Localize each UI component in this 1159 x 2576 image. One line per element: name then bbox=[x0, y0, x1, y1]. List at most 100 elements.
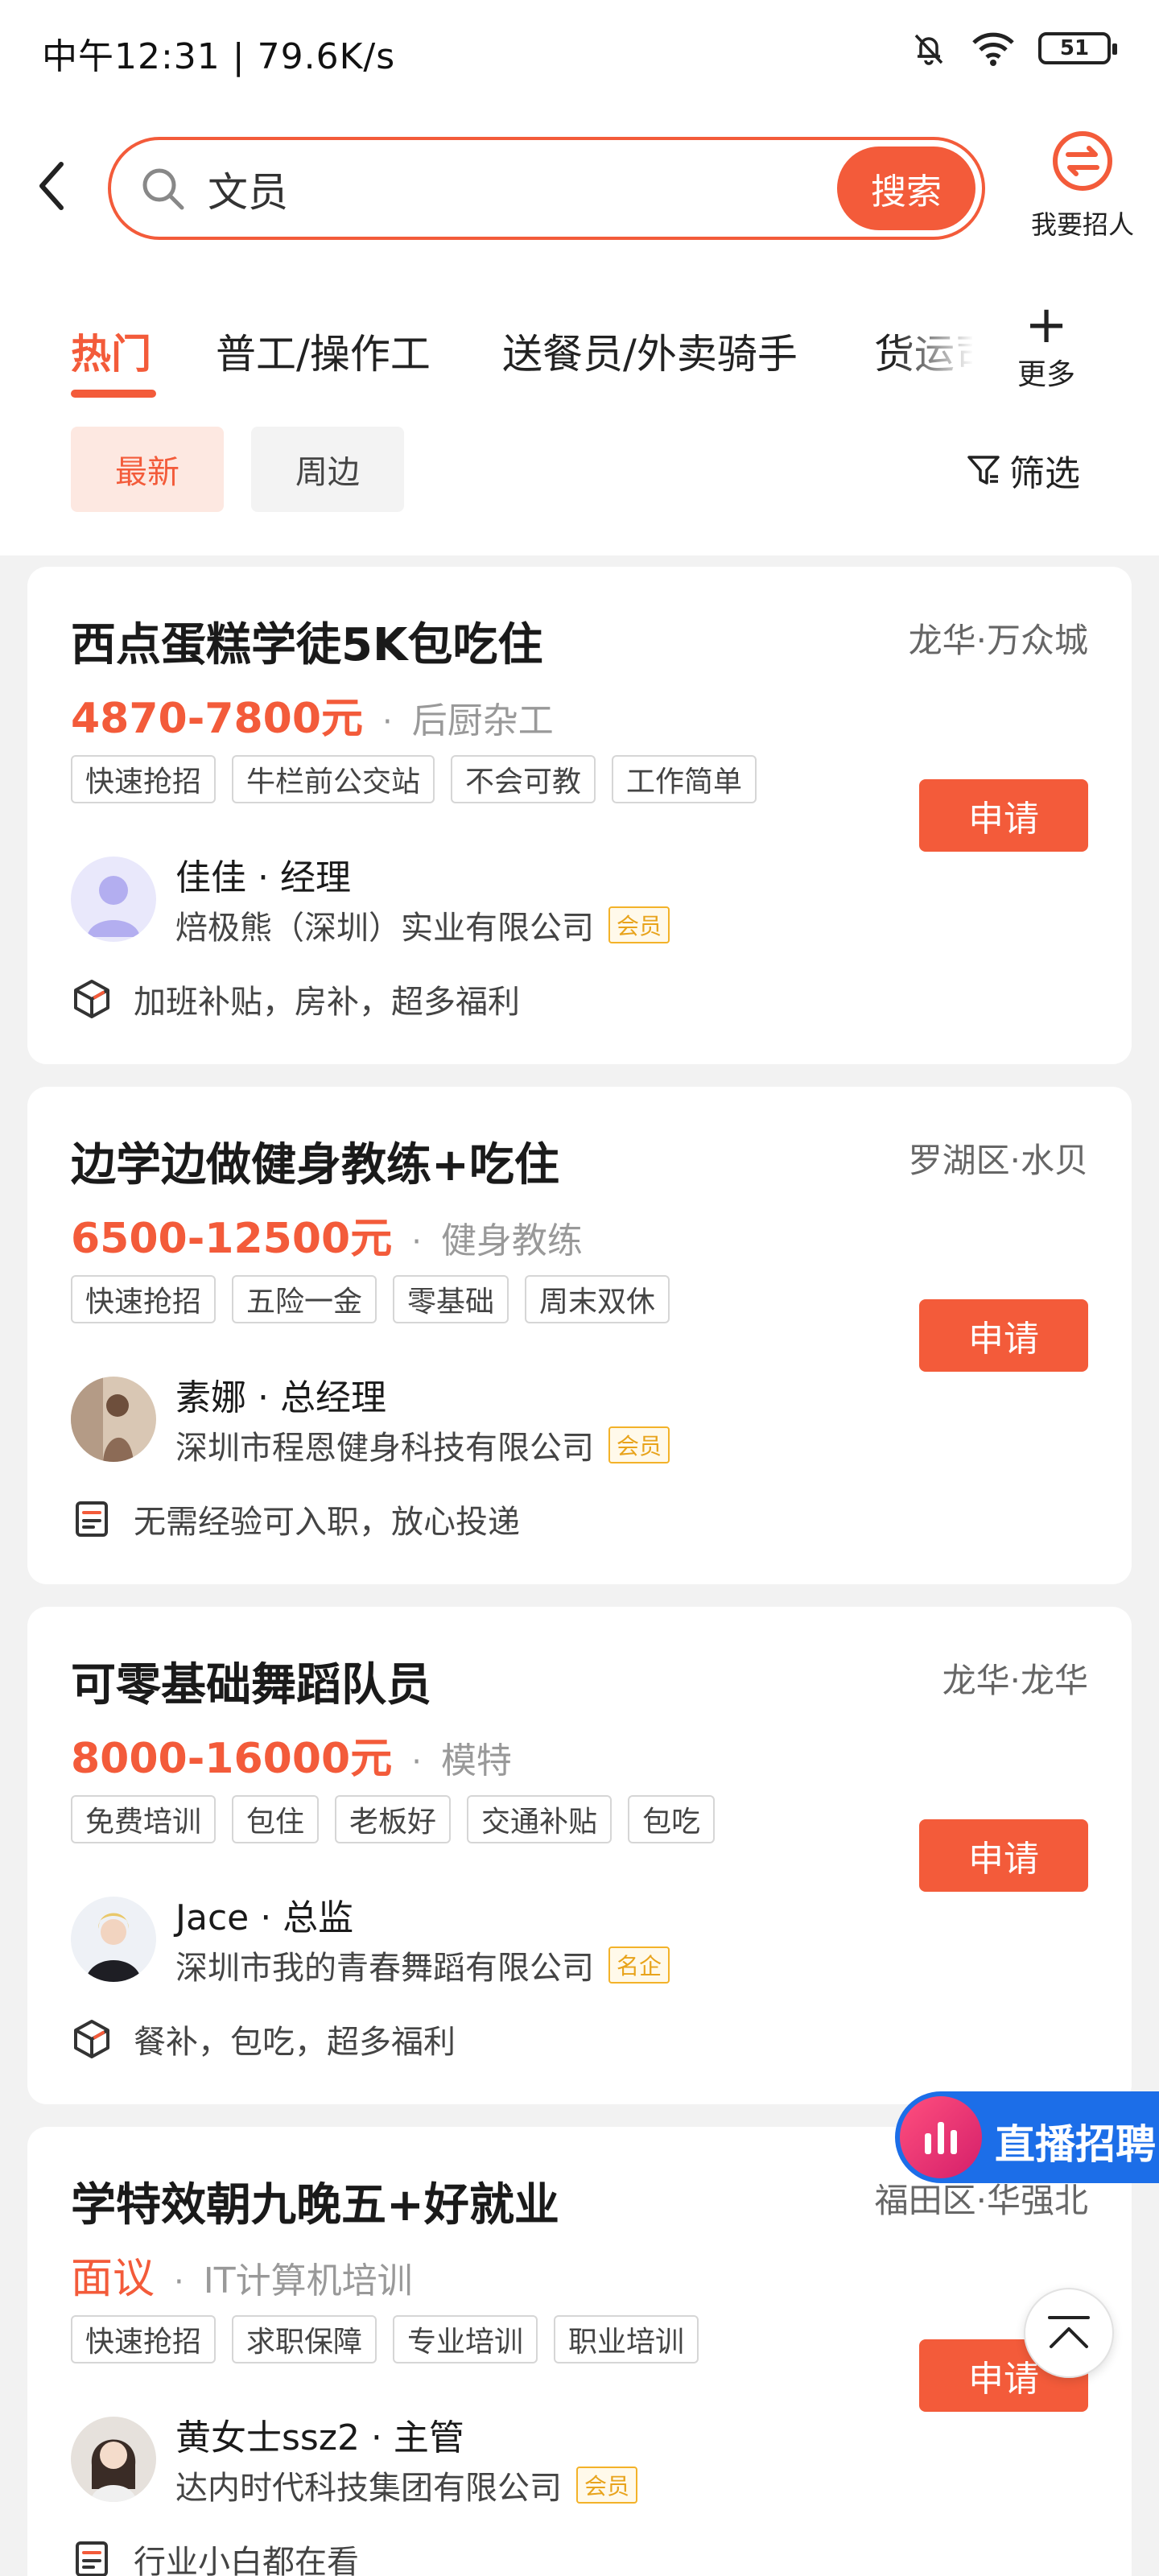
active-tab-indicator bbox=[71, 390, 156, 398]
job-benefit: 餐补，包吃，超多福利 bbox=[134, 2024, 456, 2061]
job-category: IT计算机培训 bbox=[203, 2260, 413, 2301]
job-salary: 4870-7800元 bbox=[71, 695, 364, 743]
benefit-row: 行业小白都在看 bbox=[71, 2536, 359, 2576]
famous-company-badge: 名企 bbox=[608, 1946, 670, 1984]
job-salary: 6500-12500元 bbox=[71, 1215, 393, 1263]
job-category: 模特 bbox=[440, 1740, 512, 1781]
filter-label: 筛选 bbox=[1009, 453, 1080, 494]
apply-button[interactable]: 申请 bbox=[919, 779, 1088, 852]
job-tag: 工作简单 bbox=[612, 755, 757, 803]
filter-nearby[interactable]: 周边 bbox=[251, 427, 404, 512]
tab-delivery[interactable]: 送餐员/外卖骑手 bbox=[502, 322, 798, 380]
filter-button[interactable]: 筛选 bbox=[966, 444, 1080, 496]
tab-hot[interactable]: 热门 bbox=[71, 322, 151, 380]
box-icon bbox=[74, 2020, 109, 2058]
job-card[interactable]: 边学边做健身教练+吃住 罗湖区·水贝 6500-12500元 · 健身教练 快速… bbox=[27, 1087, 1132, 1584]
live-recruitment-button[interactable]: 直播招聘 bbox=[895, 2091, 1159, 2183]
category-tabs: 热门 普工/操作工 送餐员/外卖骑手 货运司机 bbox=[71, 322, 972, 411]
separator-dot: · bbox=[411, 1744, 422, 1781]
recruiter-name: 佳佳 · 经理 bbox=[175, 857, 351, 898]
job-category: 健身教练 bbox=[440, 1220, 583, 1261]
company-row: 深圳市我的青春舞蹈有限公司 名企 bbox=[175, 1942, 670, 1988]
job-benefit: 行业小白都在看 bbox=[134, 2544, 359, 2576]
document-icon bbox=[76, 1501, 108, 1537]
separator-dot: · bbox=[411, 1224, 422, 1261]
job-card[interactable]: 学特效朝九晚五+好就业 福田区·华强北 面议 · IT计算机培训 快速抢招 求职… bbox=[27, 2127, 1132, 2576]
mute-bell-icon bbox=[914, 34, 943, 65]
search-input[interactable] bbox=[208, 161, 771, 217]
job-card[interactable]: 可零基础舞蹈队员 龙华·龙华 8000-16000元 · 模特 免费培训 包住 … bbox=[27, 1607, 1132, 2104]
job-title: 学特效朝九晚五+好就业 bbox=[71, 2179, 559, 2231]
benefit-row: 餐补，包吃，超多福利 bbox=[71, 2016, 456, 2062]
more-categories-button[interactable]: + 更多 bbox=[1006, 299, 1087, 393]
job-tag: 周末双休 bbox=[525, 1275, 670, 1323]
back-to-top-icon bbox=[1048, 2316, 1090, 2348]
separator-dot: · bbox=[174, 2264, 184, 2301]
job-category: 后厨杂工 bbox=[411, 700, 554, 741]
salary-row: 4870-7800元 · 后厨杂工 bbox=[71, 684, 554, 745]
job-tag: 求职保障 bbox=[232, 2315, 377, 2363]
job-tag: 快速抢招 bbox=[71, 2315, 217, 2363]
avatar bbox=[71, 2417, 156, 2502]
job-salary: 面议 bbox=[71, 2255, 155, 2303]
job-benefit: 无需经验可入职，放心投递 bbox=[134, 1504, 520, 1541]
recruit-label: 我要招人 bbox=[1030, 209, 1134, 240]
job-title: 西点蛋糕学徒5K包吃住 bbox=[71, 619, 543, 671]
job-tag: 免费培训 bbox=[71, 1795, 217, 1843]
apply-button[interactable]: 申请 bbox=[919, 1299, 1088, 1372]
separator-dot: · bbox=[382, 704, 393, 741]
tab-general-worker[interactable]: 普工/操作工 bbox=[216, 322, 431, 380]
company-row: 达内时代科技集团有限公司 会员 bbox=[175, 2462, 638, 2508]
funnel-icon bbox=[967, 456, 1000, 485]
job-tags: 快速抢招 五险一金 零基础 周末双休 bbox=[71, 1275, 670, 1323]
company-name: 深圳市程恩健身科技有限公司 bbox=[175, 1430, 594, 1467]
job-location: 龙华·万众城 bbox=[908, 621, 1088, 660]
avatar bbox=[71, 857, 156, 942]
recruit-button[interactable]: 我要招人 bbox=[1022, 129, 1143, 242]
member-badge: 会员 bbox=[608, 906, 670, 943]
recruiter-name: 黄女士ssz2 · 主管 bbox=[175, 2417, 464, 2458]
live-bars-icon bbox=[900, 2096, 982, 2178]
avatar bbox=[71, 1377, 156, 1462]
job-tag: 快速抢招 bbox=[71, 755, 217, 803]
document-icon bbox=[76, 2541, 108, 2576]
avatar bbox=[71, 1897, 156, 1982]
status-time: 中午12:31 | 79.6K/s bbox=[42, 36, 396, 77]
job-tag: 快速抢招 bbox=[71, 1275, 217, 1323]
company-row: 深圳市程恩健身科技有限公司 会员 bbox=[175, 1422, 670, 1468]
job-tags: 快速抢招 求职保障 专业培训 职业培训 bbox=[71, 2315, 699, 2363]
tab-fade bbox=[893, 314, 974, 402]
job-card[interactable]: 西点蛋糕学徒5K包吃住 龙华·万众城 4870-7800元 · 后厨杂工 快速抢… bbox=[27, 567, 1132, 1064]
job-tag: 五险一金 bbox=[232, 1275, 377, 1323]
job-title: 边学边做健身教练+吃住 bbox=[71, 1139, 559, 1191]
salary-row: 8000-16000元 · 模特 bbox=[71, 1724, 512, 1785]
job-location: 龙华·龙华 bbox=[942, 1661, 1088, 1700]
back-to-top-button[interactable] bbox=[1024, 2288, 1114, 2378]
job-tag: 包吃 bbox=[628, 1795, 716, 1843]
job-tags: 免费培训 包住 老板好 交通补贴 包吃 bbox=[71, 1795, 716, 1843]
company-name: 深圳市我的青春舞蹈有限公司 bbox=[175, 1950, 594, 1987]
battery-indicator: 51 bbox=[1038, 32, 1117, 64]
recruiter-name: Jace · 总监 bbox=[175, 1897, 354, 1938]
search-icon bbox=[142, 168, 184, 210]
back-arrow-icon[interactable] bbox=[35, 158, 68, 214]
recruit-exchange-icon bbox=[1053, 131, 1112, 191]
benefit-row: 无需经验可入职，放心投递 bbox=[71, 1496, 520, 1542]
job-title: 可零基础舞蹈队员 bbox=[71, 1659, 431, 1711]
job-tags: 快速抢招 牛栏前公交站 不会可教 工作简单 bbox=[71, 755, 757, 803]
status-icons: 51 bbox=[909, 29, 1117, 68]
job-benefit: 加班补贴，房补，超多福利 bbox=[134, 984, 520, 1021]
filter-latest[interactable]: 最新 bbox=[71, 427, 224, 512]
apply-button[interactable]: 申请 bbox=[919, 1819, 1088, 1892]
plus-icon: + bbox=[1025, 295, 1068, 355]
benefit-row: 加班补贴，房补，超多福利 bbox=[71, 976, 520, 1022]
box-icon bbox=[74, 980, 109, 1018]
search-button[interactable]: 搜索 bbox=[837, 147, 975, 230]
job-tag: 职业培训 bbox=[554, 2315, 699, 2363]
company-name: 焙极熊（深圳）实业有限公司 bbox=[175, 910, 594, 947]
battery-level: 51 bbox=[1059, 36, 1090, 60]
member-badge: 会员 bbox=[576, 2467, 638, 2504]
job-tag: 交通补贴 bbox=[467, 1795, 612, 1843]
salary-row: 面议 · IT计算机培训 bbox=[71, 2244, 413, 2305]
company-name: 达内时代科技集团有限公司 bbox=[175, 2470, 562, 2507]
